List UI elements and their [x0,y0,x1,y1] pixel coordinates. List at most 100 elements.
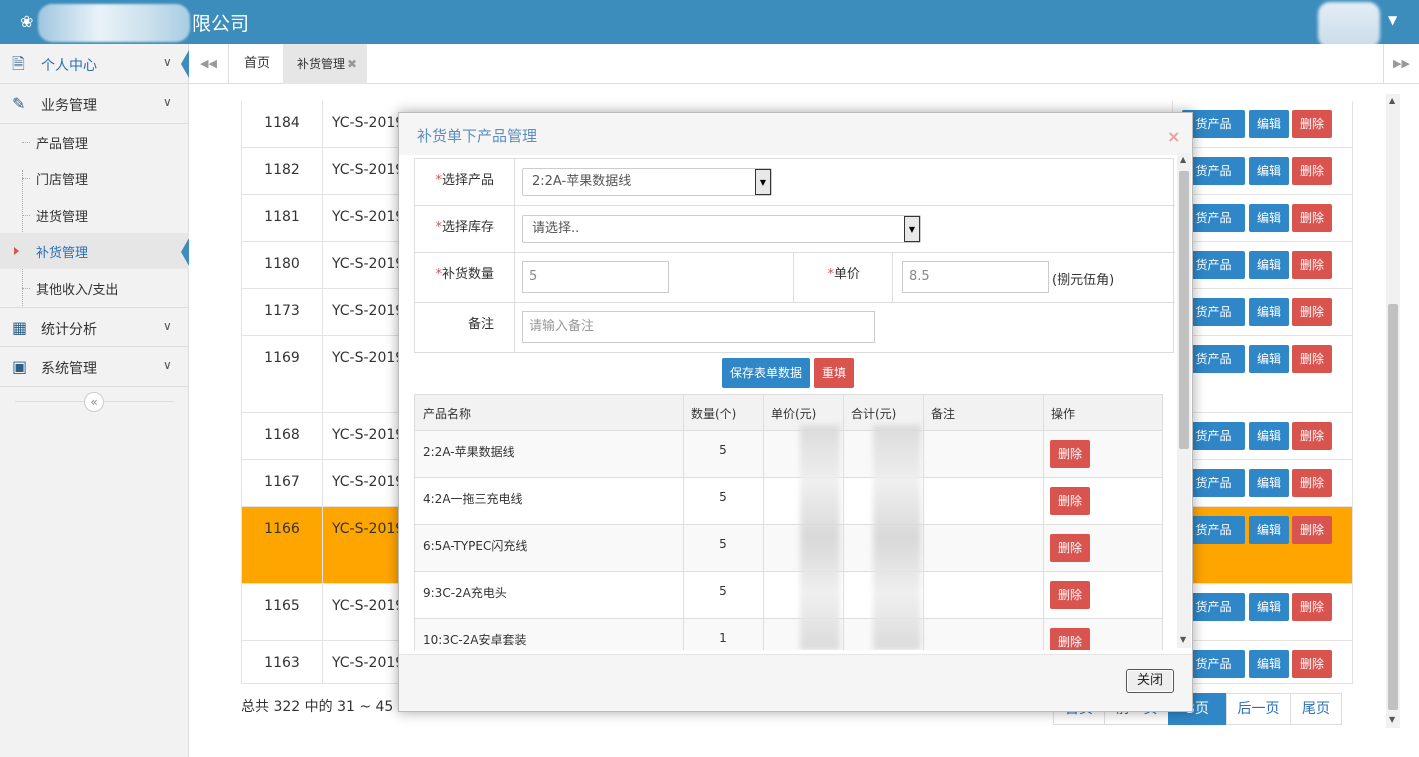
edit-button[interactable]: 编辑 [1249,593,1289,621]
scroll-down-icon[interactable]: ▼ [1389,715,1395,724]
delete-button[interactable]: 删除 [1292,469,1332,497]
price-input[interactable]: 8.5 [902,261,1049,293]
scrollbar-thumb[interactable] [1388,304,1398,710]
scroll-up-icon[interactable]: ▲ [1389,96,1395,105]
table-row: 2:2A-苹果数据线 5 删除 [415,431,1162,478]
edit-button[interactable]: 编辑 [1249,469,1289,497]
row-code: YC-S-2019 [332,521,405,537]
product-select[interactable]: 2:2A-苹果数据线 ▼ [522,168,772,196]
sidebar-item-products[interactable]: 产品管理 [0,124,189,160]
table-row: 4:2A一拖三充电线 5 删除 [415,478,1162,525]
chevron-down-icon: ∨ [163,358,172,372]
sidebar-group-label: 系统管理 [41,361,97,377]
divider [322,641,323,683]
row-id: 1167 [264,474,300,490]
scroll-down-icon[interactable]: ▼ [1180,635,1186,644]
product-list-table: 产品名称 数量(个) 单价(元) 合计(元) 备注 操作 2:2A-苹果数据线 5… [414,394,1163,650]
edit-button[interactable]: 编辑 [1249,345,1289,373]
modal-footer: 关闭 [399,654,1192,711]
stock-select[interactable]: 请选择.. ▼ [522,215,921,243]
sidebar-item-label: 门店管理 [36,173,89,188]
edit-button[interactable]: 编辑 [1249,422,1289,450]
reset-form-button[interactable]: 重填 [814,358,854,388]
modal-header: 补货单下产品管理 × [399,113,1192,155]
restock-product-modal: 补货单下产品管理 × *选择产品 2:2A-苹果数据线 ▼ *选择库存 请选择.… [398,112,1193,712]
divider [322,101,323,147]
tab-scroll-left-icon[interactable]: ◀◀ [189,44,229,84]
scrollbar-thumb[interactable] [1179,171,1189,449]
modal-scrollbar[interactable]: ▲ ▼ [1177,153,1191,648]
edit-button[interactable]: 编辑 [1249,110,1289,138]
delete-button[interactable]: 删除 [1292,204,1332,232]
sidebar-item-restock[interactable]: 补货管理 [0,233,189,269]
sidebar-group-personal[interactable]: 🗎 个人中心 ∨ [0,44,189,84]
user-avatar[interactable] [1318,2,1380,48]
close-modal-button[interactable]: 关闭 [1126,669,1174,693]
tab-scroll-right-icon[interactable]: ▶▶ [1383,44,1419,84]
sidebar-item-purchase[interactable]: 进货管理 [0,197,189,233]
qty-input[interactable]: 5 [522,261,669,293]
close-tab-icon[interactable]: ✖ [347,57,357,71]
save-form-button[interactable]: 保存表单数据 [722,358,810,388]
edit-button[interactable]: 编辑 [1249,204,1289,232]
close-icon[interactable]: × [1167,127,1180,146]
delete-product-button[interactable]: 删除 [1050,534,1090,562]
sidebar-group-business[interactable]: ✎ 业务管理 ∨ [0,84,189,124]
divider [843,395,844,650]
modal-title: 补货单下产品管理 [417,127,538,145]
sidebar-group-stats[interactable]: ▦ 统计分析 ∨ [0,307,189,347]
form-label-text: 选择产品 [441,173,494,188]
edit-button[interactable]: 编辑 [1249,157,1289,185]
company-name-redacted [38,4,190,42]
divider [923,395,924,650]
collapse-sidebar-icon[interactable]: « [84,392,104,412]
scroll-up-icon[interactable]: ▲ [1180,155,1186,164]
delete-button[interactable]: 删除 [1292,593,1332,621]
sidebar-item-label: 进货管理 [36,210,89,225]
delete-product-button[interactable]: 删除 [1050,440,1090,468]
tab-restock[interactable]: 补货管理 ✖ [283,44,367,84]
edit-button[interactable]: 编辑 [1249,650,1289,678]
leaf-icon: ❀ [20,12,34,31]
sidebar-item-stores[interactable]: 门店管理 [0,160,189,196]
delete-button[interactable]: 删除 [1292,110,1332,138]
sidebar-group-system[interactable]: ▣ 系统管理 ∨ [0,347,189,387]
page-scrollbar[interactable]: ▲ ▼ [1386,94,1400,728]
row-id: 1169 [264,350,300,366]
delete-product-button[interactable]: 删除 [1050,581,1090,609]
delete-product-button[interactable]: 删除 [1050,487,1090,515]
row-id: 1166 [264,521,300,537]
divider [322,148,323,194]
chevron-down-icon: ∨ [163,55,172,69]
edit-button[interactable]: 编辑 [1249,298,1289,326]
delete-button[interactable]: 删除 [1292,298,1332,326]
sidebar-item-other-income[interactable]: 其他收入/支出 [0,270,189,306]
edit-button[interactable]: 编辑 [1249,516,1289,544]
delete-button[interactable]: 删除 [1292,157,1332,185]
delete-button[interactable]: 删除 [1292,516,1332,544]
redacted-price-column [800,425,840,650]
edit-button[interactable]: 编辑 [1249,251,1289,279]
dropdown-arrow-icon[interactable]: ▼ [755,169,771,195]
company-name: 限公司 [192,13,250,35]
sidebar-item-label: 其他收入/支出 [36,283,119,298]
form-row-qty-price: *补货数量 5 *单价 8.5 (捌元伍角) [415,253,1175,303]
remark-input[interactable]: 请输入备注 [522,311,875,343]
pager-last[interactable]: 尾页 [1290,693,1342,725]
tab-home[interactable]: 首页 [244,44,270,84]
delete-product-button[interactable]: 删除 [1050,628,1090,650]
top-header: ❀ 限公司 ▼ [0,0,1419,48]
sidebar: 🗎 个人中心 ∨ ✎ 业务管理 ∨ 产品管理 门店管理 进货管理 补货管理 其他… [0,44,189,757]
table-row: 9:3C-2A充电头 5 删除 [415,572,1162,619]
edit-icon: ✎ [12,94,26,113]
pager-next[interactable]: 后一页 [1226,693,1291,725]
row-id: 1181 [264,209,300,225]
row-code: YC-S-2019 [332,474,405,490]
caret-down-icon[interactable]: ▼ [1388,13,1397,27]
divider [322,289,323,335]
delete-button[interactable]: 删除 [1292,422,1332,450]
delete-button[interactable]: 删除 [1292,251,1332,279]
dropdown-arrow-icon[interactable]: ▼ [904,216,920,242]
delete-button[interactable]: 删除 [1292,345,1332,373]
delete-button[interactable]: 删除 [1292,650,1332,678]
